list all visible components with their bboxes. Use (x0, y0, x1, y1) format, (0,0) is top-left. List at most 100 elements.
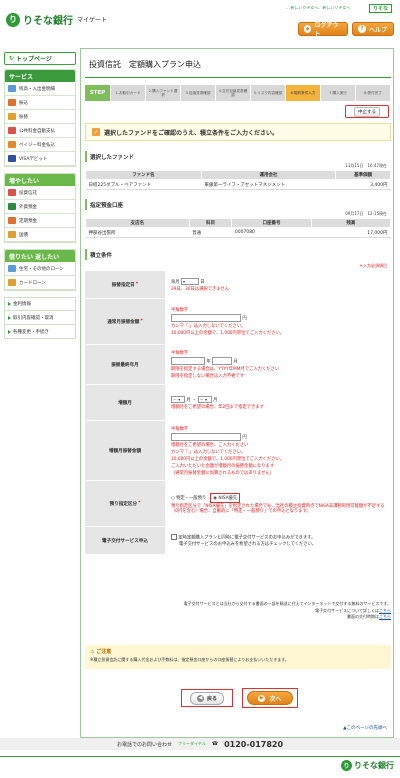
edoc-checkbox[interactable] (171, 533, 177, 540)
page-top-label: このページの先頭へ (346, 726, 387, 731)
transfer-date-field: 毎月 ▾ 日 29日、30日は選択できません (165, 271, 391, 298)
step-3: 3.目論見書確認 (181, 85, 216, 101)
deposit-icon (8, 217, 16, 224)
month-unit: 月 (213, 397, 218, 403)
sidebar-item-foreign-deposit[interactable]: 外貨預金 (5, 200, 75, 214)
next-button-label: 次へ (269, 695, 282, 703)
logout-button[interactable]: ◆ ログアウト (298, 22, 348, 38)
help-button[interactable]: ? ヘルプ (352, 22, 394, 36)
sidebar-item-label: 公共料金自動支払 (19, 128, 55, 134)
step-8: 8.受付完了 (356, 85, 391, 101)
dollar-icon (8, 203, 16, 210)
row-monthly-amount: 通常月振替金額 * 半角数字 円 カンマ「,」は入力しないでください。 10,00… (85, 299, 391, 345)
end-date-field: 半角数字 年 月 期限を指定する場合は、YYYY年MM月でご入力ください 期限を… (165, 345, 391, 384)
edoc-check-text: 定時定額購入プランと同時に電子交付サービスのお申込みができます。 (178, 535, 316, 541)
phone-number: 0120-017820 (224, 739, 284, 749)
row-custody-type: 預り指定区分 * ○ 特定・一般預り ◉ NISA優先 預り指定区分で「NISA優… (85, 481, 391, 527)
stop-button[interactable]: 中止する (354, 106, 380, 117)
sidebar-item-payeasy[interactable]: ペイジー料金払込 (5, 138, 75, 152)
sidebar-link-history[interactable]: 取引内容確認・取消 (4, 311, 76, 325)
arrow-right-icon (8, 302, 11, 306)
sidebar-item-visa[interactable]: VISAデビット (5, 152, 75, 166)
logout-label: ログアウト (314, 22, 339, 38)
month-unit: 月 (186, 397, 191, 403)
stop-button-highlight: 中止する (345, 105, 389, 118)
bonus-note-3: 10,000円以上の金額で、1,000円単位でご入力ください。 (171, 456, 285, 462)
sidebar-item-utility[interactable]: 公共料金自動支払 (5, 124, 75, 138)
delivery-time-link[interactable]: こちら (379, 614, 391, 619)
fund-name: 日経225ダブル・ベアファンド (85, 179, 202, 190)
footnotes: 電子交付サービスとは当社から交付する書面の一部を郵送に代えてインターネットで交付… (85, 601, 391, 621)
monthly-amount-field: 半角数字 円 カンマ「,」は入力しないでください。 10,000円以上の金額で、… (165, 299, 391, 344)
custody-radio-nisa[interactable]: ◉ NISA優先 (210, 492, 241, 503)
month-unit: 月 (233, 359, 238, 365)
sidebar-item-card-loan[interactable]: カードローン (5, 276, 75, 290)
fund-header-company: 運用会社 (200, 170, 337, 180)
page-top-link[interactable]: ▲このページの先頭へ (343, 725, 387, 731)
sidebar-item-transfer[interactable]: 振込 (5, 96, 75, 110)
sidebar-item-balance[interactable]: 残高・入出金明細 (5, 82, 75, 96)
bonus-amount-input[interactable] (171, 432, 241, 441)
sidebar-item-investment-trust[interactable]: 投資信託 (5, 186, 75, 200)
halfwidth-note: 半角数字 (171, 308, 189, 313)
sidebar-item-label: カードローン (19, 280, 46, 286)
monthly-amount-input[interactable] (171, 314, 241, 322)
halfwidth-note: 半角数字 (171, 351, 189, 356)
sidebar-item-label: 国債 (19, 232, 28, 238)
brand-box: りそな (368, 4, 392, 13)
required-mark: * (140, 319, 143, 324)
sidebar-item-account-transfer[interactable]: 振替 (5, 110, 75, 124)
back-button[interactable]: ◀ 戻る (189, 691, 224, 705)
end-year-input[interactable] (171, 357, 205, 365)
sidebar-item-time-deposit[interactable]: 定期預金 (5, 214, 75, 228)
caution-text: ※積立投資信託に関する購入代金および手数料は、指定預金口座からの口座振替によりお… (90, 657, 289, 662)
end-date-label: 振替最終年月 (85, 345, 165, 384)
custody-opt1-label: 特定・一般預り (176, 495, 207, 501)
fund-table: ファンド名 運用会社 基準価額 日経225ダブル・ベアファンド 東銀第一ライフ・… (85, 170, 391, 190)
end-month-input[interactable] (212, 357, 233, 365)
logout-icon: ◆ (304, 25, 312, 33)
bank-logo[interactable]: り りそな銀行 マイゲート (6, 12, 107, 27)
next-button[interactable]: ▶ 次へ (247, 691, 293, 705)
sidebar-link-interest[interactable]: 金利情報 (4, 297, 76, 311)
caution-box: ⚠ ご注意 ※積立投資信託に関する購入代金および手数料は、指定預金口座からの口座… (85, 645, 391, 669)
account-header-balance: 残高 (310, 218, 392, 228)
sidebar-item-label: 振替 (19, 114, 28, 120)
custody-radio-specific[interactable]: ○ 特定・一般預り (171, 495, 206, 501)
bonus-month-1-select[interactable]: － ▾ (171, 395, 185, 403)
sidebar-item-loans[interactable]: 住宅・その他のローン (5, 262, 75, 276)
row-bonus-amount: 増額月振替金額 半角数字 円 増額月をご希望の場合、ご入力ください カンマ「,」… (85, 421, 391, 481)
account-header-branch: 支店名 (85, 218, 190, 228)
row-edoc: 電子交付サービス申込 定時定額購入プランと同時に電子交付サービスのお申込みができ… (85, 527, 391, 555)
sidebar-link-settings[interactable]: 各種変更・手続き (4, 325, 76, 339)
plan-form: 振替指定日 * 毎月 ▾ 日 29日、30日は選択できません 通常月振替金額 * 半… (85, 271, 391, 555)
footer-bank-name: りそな銀行 (354, 761, 394, 770)
sidebar-top-page-label: トップページ (16, 56, 52, 63)
sidebar-item-label: 住宅・その他のローン (19, 266, 64, 272)
required-note: ＊入力必須項目 (359, 263, 387, 268)
bonus-amount-label: 増額月振替金額 (85, 421, 165, 480)
transfer-day-select[interactable]: ▾ (180, 277, 199, 285)
custody-type-label: 預り指定区分 * (85, 481, 165, 526)
sidebar-borrow-group: 借りたい 返したい 住宅・その他のローン カードローン (4, 249, 76, 291)
sidebar-borrow-head: 借りたい 返したい (5, 250, 75, 262)
sidebar-top-page[interactable]: ↻ トップページ (4, 52, 76, 65)
account-table: 支店名 科目 口座番号 残高 押部谷出張所 普通 0007080 17,000円 (85, 218, 392, 238)
edoc-detail-link[interactable]: こちら (379, 608, 391, 613)
account-balance: 17,000円 (311, 227, 391, 238)
resona-logo-icon: り (6, 12, 20, 27)
bonus-month-2-select[interactable]: － ▾ (197, 395, 212, 403)
sidebar-item-bonds[interactable]: 国債 (5, 228, 75, 242)
sidebar-service-head: サービス (5, 70, 75, 82)
back-button-label: 戻る (206, 695, 217, 702)
fund-header-name: ファンド名 (85, 170, 202, 180)
comma-note: カンマ「,」は入力しないでください。 (171, 324, 246, 329)
freedial-label: フリーダイヤル (177, 741, 206, 746)
step-4: 4.交付目論見書確認 (216, 85, 251, 101)
bonus-month-field: － ▾ 月 ・ － ▾ 月 増額月をご希望の場合、年2回まで指定できます (165, 385, 391, 420)
sidebar-links: 金利情報 取引内容確認・取消 各種変更・手続き (4, 297, 76, 339)
fund-price: 3,400円 (335, 179, 391, 190)
transfer-date-label: 振替指定日 * (85, 271, 165, 298)
account-type: 普通 (189, 227, 232, 238)
resona-logo-icon: り (341, 760, 352, 771)
